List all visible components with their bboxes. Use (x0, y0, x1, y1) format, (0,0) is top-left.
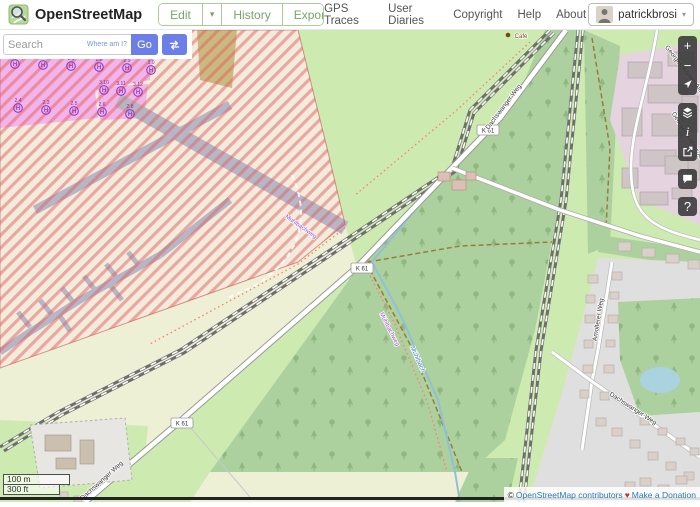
svg-text:2.5: 2.5 (71, 101, 78, 107)
link-help[interactable]: Help (517, 9, 541, 21)
search-go-button[interactable]: Go (131, 34, 158, 55)
scale-imperial: 300 ft (3, 485, 60, 495)
layers-icon (681, 106, 694, 119)
add-note-button[interactable] (678, 169, 697, 189)
svg-text:H: H (41, 63, 45, 69)
svg-text:H: H (119, 89, 123, 95)
map-action-buttons: Edit ▾ History Export (158, 3, 324, 26)
map-key-button[interactable]: i (678, 122, 697, 142)
osm-contributors-link[interactable]: OpenStreetMap contributors (516, 490, 623, 500)
username: patrickbrosi (618, 9, 677, 21)
avatar (596, 6, 613, 23)
zoom-in-button[interactable]: + (678, 36, 697, 56)
osm-brand[interactable]: OpenStreetMap (8, 4, 142, 25)
pond (640, 367, 680, 393)
svg-text:H: H (44, 108, 48, 114)
site-links: GPS Traces User Diaries Copyright Help A… (324, 3, 586, 27)
link-copyright[interactable]: Copyright (453, 9, 502, 21)
svg-text:H: H (125, 66, 129, 72)
svg-text:H: H (128, 112, 132, 118)
cafe-poi: Café (506, 33, 528, 40)
svg-text:H: H (97, 65, 101, 71)
edit-dropdown-caret-icon[interactable]: ▾ (203, 4, 223, 25)
svg-text:3.12: 3.12 (133, 82, 143, 88)
k61-badge: K 61 (176, 421, 189, 427)
map-controls: + − i ? (678, 36, 697, 224)
scale-bar: 100 m 300 ft (3, 474, 70, 495)
top-navbar: OpenStreetMap Edit ▾ History Export GPS … (0, 0, 700, 30)
user-menu-button[interactable]: patrickbrosi ▾ (588, 3, 694, 26)
svg-text:H: H (136, 90, 140, 96)
k61-badge: K 61 (356, 266, 369, 272)
svg-text:H: H (72, 109, 76, 115)
svg-text:3.11: 3.11 (116, 81, 126, 87)
layers-button[interactable] (678, 103, 697, 123)
share-button[interactable] (678, 142, 697, 162)
search-panel: Where am I? Go (0, 30, 192, 59)
brand-title: OpenStreetMap (35, 7, 142, 23)
svg-text:H: H (16, 106, 20, 112)
svg-text:3.10: 3.10 (99, 80, 109, 86)
history-button[interactable]: History (222, 4, 282, 25)
map[interactable]: H2.2H2.4H2.6H2.8H2.9H3.0H3.10H3.11H3.12H… (0, 30, 700, 502)
svg-text:3.0: 3.0 (148, 60, 155, 66)
svg-text:H: H (149, 68, 153, 74)
query-features-button[interactable]: ? (678, 197, 697, 217)
locate-arrow-icon (681, 78, 694, 91)
export-button[interactable]: Export (283, 4, 324, 25)
svg-text:H: H (13, 62, 17, 68)
osm-logo-icon (8, 4, 29, 25)
directions-icon (168, 38, 181, 52)
attribution-bar: © OpenStreetMap contributors ♥ Make a Do… (504, 487, 700, 502)
svg-text:H: H (69, 64, 73, 70)
link-user-diaries[interactable]: User Diaries (388, 3, 438, 27)
where-am-i-link[interactable]: Where am I? (87, 41, 127, 48)
link-about[interactable]: About (556, 9, 586, 21)
locate-button[interactable] (678, 75, 697, 95)
edit-button[interactable]: Edit (159, 4, 203, 25)
svg-text:2.8: 2.8 (127, 104, 134, 110)
share-icon (681, 145, 694, 158)
svg-text:H: H (102, 88, 106, 94)
donate-link[interactable]: Make a Donation (632, 490, 696, 500)
svg-text:H: H (100, 110, 104, 116)
cafe-label: Café (515, 34, 528, 40)
directions-button[interactable] (162, 34, 187, 55)
user-dropdown-caret-icon: ▾ (682, 10, 686, 19)
heart-icon: ♥ (625, 490, 630, 500)
zoom-out-button[interactable]: − (678, 56, 697, 76)
copyright-symbol: © (508, 490, 514, 500)
svg-text:2.6: 2.6 (99, 102, 106, 108)
svg-text:2.3: 2.3 (43, 100, 50, 106)
svg-text:2.4: 2.4 (15, 98, 22, 104)
note-bubble-icon (681, 172, 694, 185)
map-canvas: H2.2H2.4H2.6H2.8H2.9H3.0H3.10H3.11H3.12H… (0, 30, 700, 502)
link-gps-traces[interactable]: GPS Traces (324, 3, 373, 27)
